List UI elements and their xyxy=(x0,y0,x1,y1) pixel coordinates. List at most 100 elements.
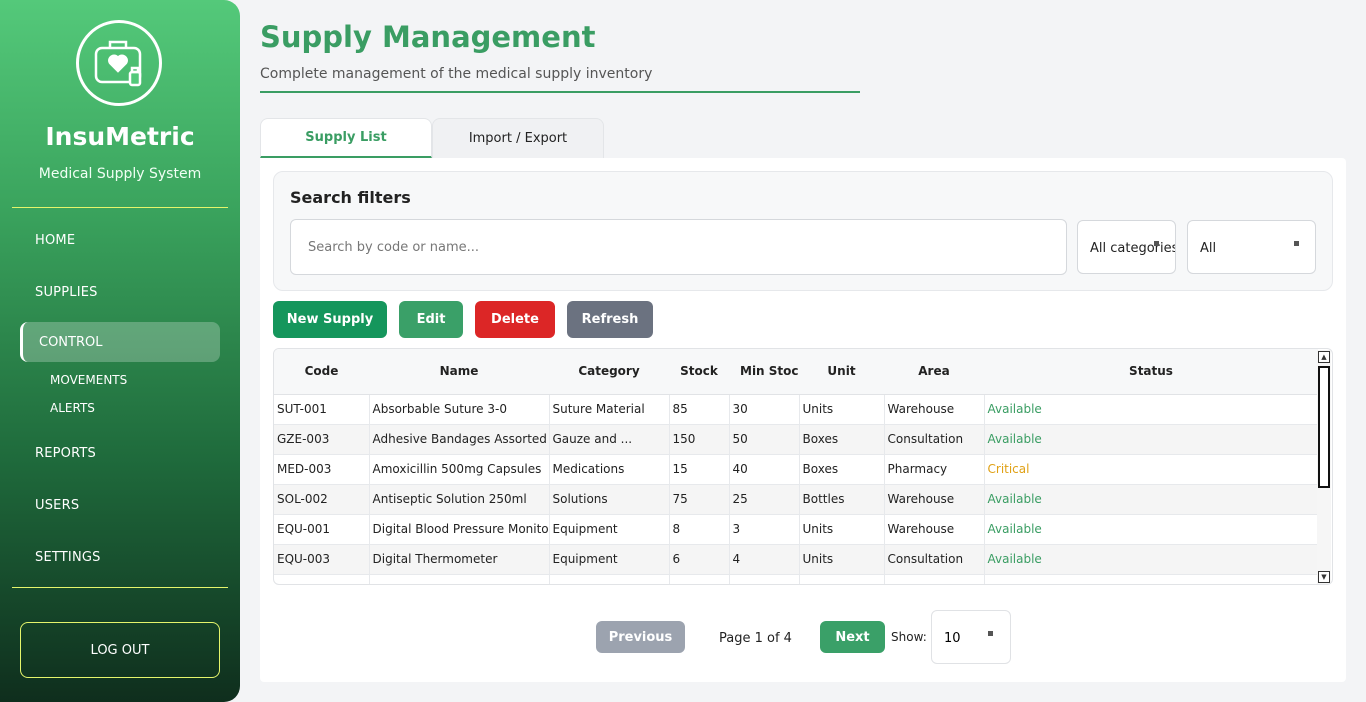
sidebar-subitem-movements[interactable]: MOVEMENTS xyxy=(50,373,127,387)
column-header-area[interactable]: Area xyxy=(884,349,984,395)
search-input[interactable] xyxy=(290,219,1067,275)
table-row[interactable]: GZE-003 Adhesive Bandages Assorted Gauze… xyxy=(274,424,1319,455)
cell-category xyxy=(549,574,670,584)
cell-name xyxy=(369,574,550,584)
cell-name: Amoxicillin 500mg Capsules xyxy=(369,454,550,485)
cell-status: Available xyxy=(984,424,1319,455)
scroll-down-icon[interactable]: ▼ xyxy=(1318,571,1330,583)
cell-unit: Units xyxy=(799,514,885,545)
cell-category: Equipment xyxy=(549,544,670,575)
status-select[interactable]: All xyxy=(1187,220,1316,274)
table-row[interactable] xyxy=(274,574,1319,584)
cell-status: Available xyxy=(984,514,1319,545)
table-row[interactable]: MED-003 Amoxicillin 500mg Capsules Medic… xyxy=(274,454,1319,485)
cell-status: Available xyxy=(984,484,1319,515)
category-select[interactable]: All categories xyxy=(1077,220,1176,274)
page-size-select[interactable]: 10 xyxy=(931,610,1011,664)
sidebar-divider xyxy=(12,587,228,588)
page-size-label: Show: xyxy=(891,630,927,644)
scrollbar-thumb[interactable] xyxy=(1318,366,1330,488)
page-size-value: 10 xyxy=(944,631,961,646)
column-header-unit[interactable]: Unit xyxy=(799,349,884,395)
delete-button[interactable]: Delete xyxy=(475,301,555,338)
next-page-button[interactable]: Next xyxy=(820,621,885,653)
cell-category: Equipment xyxy=(549,514,670,545)
table-header-row: Code Name Category Stock Min Stock Unit … xyxy=(274,349,1318,395)
dropdown-arrow-icon xyxy=(1294,241,1299,246)
sidebar-item-users[interactable]: USERS xyxy=(35,498,79,513)
table-row[interactable]: SOL-002 Antiseptic Solution 250ml Soluti… xyxy=(274,484,1319,515)
title-underline xyxy=(260,91,860,93)
cell-name: Digital Blood Pressure Monitor xyxy=(369,514,550,545)
scroll-up-icon[interactable]: ▲ xyxy=(1318,351,1330,363)
category-select-value: All categories xyxy=(1090,241,1176,256)
cell-category: Gauze and ... xyxy=(549,424,670,455)
dropdown-arrow-icon xyxy=(1154,241,1159,246)
brand-name: InsuMetric xyxy=(45,122,195,151)
sidebar-divider xyxy=(12,207,228,208)
page-title: Supply Management xyxy=(260,20,596,54)
edit-button[interactable]: Edit xyxy=(399,301,463,338)
cell-area: Pharmacy xyxy=(884,454,985,485)
sidebar-item-reports[interactable]: REPORTS xyxy=(35,446,96,461)
cell-status xyxy=(984,574,1319,584)
cell-code: EQU-001 xyxy=(274,514,370,545)
previous-page-button[interactable]: Previous xyxy=(596,621,685,653)
cell-name: Adhesive Bandages Assorted xyxy=(369,424,550,455)
column-header-category[interactable]: Category xyxy=(549,349,669,395)
cell-unit: Boxes xyxy=(799,424,885,455)
cell-code: MED-003 xyxy=(274,454,370,485)
cell-unit: Boxes xyxy=(799,454,885,485)
sidebar-item-control[interactable]: CONTROL xyxy=(20,322,220,362)
table-row[interactable]: SUT-001 Absorbable Suture 3-0 Suture Mat… xyxy=(274,394,1319,425)
cell-area: Warehouse xyxy=(884,394,985,425)
column-header-code[interactable]: Code xyxy=(274,349,369,395)
cell-min-stock: 50 xyxy=(729,424,800,455)
tab-supply-list[interactable]: Supply List xyxy=(260,118,432,158)
cell-area: Consultation xyxy=(884,544,985,575)
cell-code: SOL-002 xyxy=(274,484,370,515)
column-header-stock[interactable]: Stock xyxy=(669,349,729,395)
refresh-button[interactable]: Refresh xyxy=(567,301,653,338)
cell-status: Available xyxy=(984,394,1319,425)
cell-unit: Bottles xyxy=(799,484,885,515)
cell-min-stock xyxy=(729,574,800,584)
filters-title: Search filters xyxy=(290,188,411,207)
table-row[interactable]: EQU-003 Digital Thermometer Equipment 6 … xyxy=(274,544,1319,575)
page-indicator: Page 1 of 4 xyxy=(719,631,792,646)
cell-code: GZE-003 xyxy=(274,424,370,455)
sidebar-item-supplies[interactable]: SUPPLIES xyxy=(35,285,98,300)
cell-stock: 15 xyxy=(669,454,730,485)
cell-category: Solutions xyxy=(549,484,670,515)
status-select-value: All xyxy=(1200,241,1217,256)
sidebar-item-settings[interactable]: SETTINGS xyxy=(35,550,101,565)
cell-min-stock: 4 xyxy=(729,544,800,575)
cell-min-stock: 30 xyxy=(729,394,800,425)
cell-name: Antiseptic Solution 250ml xyxy=(369,484,550,515)
page-subtitle: Complete management of the medical suppl… xyxy=(260,66,653,82)
cell-min-stock: 25 xyxy=(729,484,800,515)
sidebar-subitem-alerts[interactable]: ALERTS xyxy=(50,401,95,415)
cell-stock: 85 xyxy=(669,394,730,425)
cell-name: Digital Thermometer xyxy=(369,544,550,575)
table-row[interactable]: EQU-001 Digital Blood Pressure Monitor E… xyxy=(274,514,1319,545)
sidebar: InsuMetric Medical Supply System HOME SU… xyxy=(0,0,240,702)
column-header-name[interactable]: Name xyxy=(369,349,549,395)
brand-subtitle: Medical Supply System xyxy=(38,166,202,182)
tab-import-export[interactable]: Import / Export xyxy=(432,118,604,158)
column-header-min-stock[interactable]: Min Stock xyxy=(729,349,799,395)
cell-code xyxy=(274,574,370,584)
cell-stock: 8 xyxy=(669,514,730,545)
cell-unit xyxy=(799,574,885,584)
cell-area: Warehouse xyxy=(884,514,985,545)
logout-button[interactable]: LOG OUT xyxy=(20,622,220,678)
column-header-status[interactable]: Status xyxy=(984,349,1318,395)
cell-stock: 6 xyxy=(669,544,730,575)
new-supply-button[interactable]: New Supply xyxy=(273,301,387,338)
cell-status: Critical xyxy=(984,454,1319,485)
cell-stock xyxy=(669,574,730,584)
sidebar-item-home[interactable]: HOME xyxy=(35,233,75,248)
cell-code: EQU-003 xyxy=(274,544,370,575)
cell-min-stock: 3 xyxy=(729,514,800,545)
cell-category: Suture Material xyxy=(549,394,670,425)
